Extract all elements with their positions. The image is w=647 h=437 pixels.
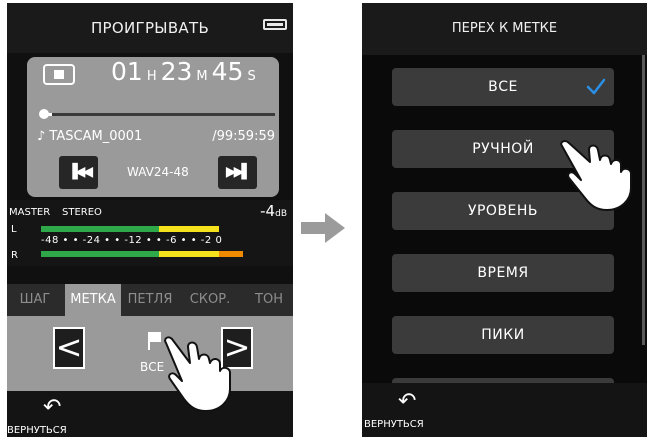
option-time[interactable]: ВРЕМЯ [392,254,614,292]
file-format: WAV24-48 [127,165,189,179]
tab-mark[interactable]: МЕТКА [65,284,121,316]
skip-back-icon: ▐◀◀ [66,164,93,180]
level-meter: MASTER STEREO -4dB L -48 • • -24 • • -12… [7,200,293,266]
back-button-label[interactable]: ВЕРНУТЬСЯ [7,425,67,436]
back-arrow-icon[interactable]: ↶ [398,391,416,413]
meter-master-label: MASTER [9,207,51,218]
option-peaks[interactable]: ПИКИ [392,316,614,354]
progress-knob[interactable] [39,109,49,119]
checkmark-icon [586,78,606,95]
transition-arrow-icon [301,213,345,243]
playback-progress-bar[interactable] [39,109,275,119]
tab-loop[interactable]: ПЕТЛЯ [121,284,179,316]
tap-hand-icon [164,336,231,412]
progress-fill [39,109,53,119]
option-label: ВСЕ [488,79,518,95]
meter-right-label: R [11,250,18,261]
time-minutes-unit: M [196,69,208,84]
mark-controls: < ВСЕ > [7,316,293,391]
tab-speed[interactable]: СКОР. [179,284,241,316]
file-name: ♪ TASCAM_0001 [37,129,143,144]
meter-left-yellow [159,226,219,232]
tab-step[interactable]: ШАГ [7,284,63,316]
back-arrow-icon[interactable]: ↶ [43,397,61,419]
meter-level-number: -4 [260,202,276,220]
meter-right-green [41,251,159,257]
tap-hand-icon [560,140,632,211]
total-time: /99:59:59 [212,129,275,144]
mark-prev-button[interactable]: < [53,327,85,369]
time-seconds: 45 [211,57,244,86]
meter-right-bar [41,251,247,257]
skip-back-button[interactable]: ▐◀◀ [59,156,98,189]
time-hours: 01 [111,57,143,86]
meter-level-value: -4dB [260,202,287,220]
tab-pitch[interactable]: ТОН [245,284,293,316]
screen-title: ПЕРЕХ К МЕТКЕ [362,3,647,55]
bottom-bar: ↶ ВЕРНУТЬСЯ [362,383,647,437]
meter-level-unit: dB [275,209,287,219]
time-seconds-unit: S [247,69,256,84]
battery-icon [263,19,287,30]
mark-jump-screen: ПЕРЕХ К МЕТКЕ ВСЕ РУЧНОЙ УРОВЕНЬ ВРЕМЯ П… [362,3,647,437]
meter-mode-label: STEREO [62,207,102,218]
bottom-bar: ↶ ВЕРНУТЬСЯ [7,391,293,437]
stop-icon[interactable] [43,64,75,85]
time-counter: 01 H 23 M 45 S [111,57,260,86]
option-all[interactable]: ВСЕ [392,68,614,106]
screen-title: ПРОИГРЫВАТЬ [7,3,293,53]
scrollbar[interactable] [642,55,645,345]
skip-forward-button[interactable]: ▶▶▌ [218,156,257,189]
meter-left-bar [41,226,247,232]
time-hours-unit: H [146,69,157,84]
meter-left-label: L [11,224,17,235]
meter-scale: -48 • • -24 • • -12 • • -6 • • -2 0 [41,235,223,246]
playback-screen: ПРОИГРЫВАТЬ 01 H 23 M 45 S ♪ TASCAM_0001 /99:… [7,3,293,437]
time-minutes: 23 [160,57,193,86]
meter-left-green [41,226,159,232]
back-button-label[interactable]: ВЕРНУТЬСЯ [364,419,424,430]
meter-right-yellow [159,251,219,257]
function-tabs: ШАГ МЕТКА ПЕТЛЯ СКОР. ТОН [7,284,293,316]
skip-forward-icon: ▶▶▌ [225,164,252,180]
playback-panel: 01 H 23 M 45 S ♪ TASCAM_0001 /99:59:59 ▐◀◀ WA… [27,57,279,197]
mark-type-list: ВСЕ РУЧНОЙ УРОВЕНЬ ВРЕМЯ ПИКИ [362,55,647,416]
meter-right-orange [219,251,243,257]
